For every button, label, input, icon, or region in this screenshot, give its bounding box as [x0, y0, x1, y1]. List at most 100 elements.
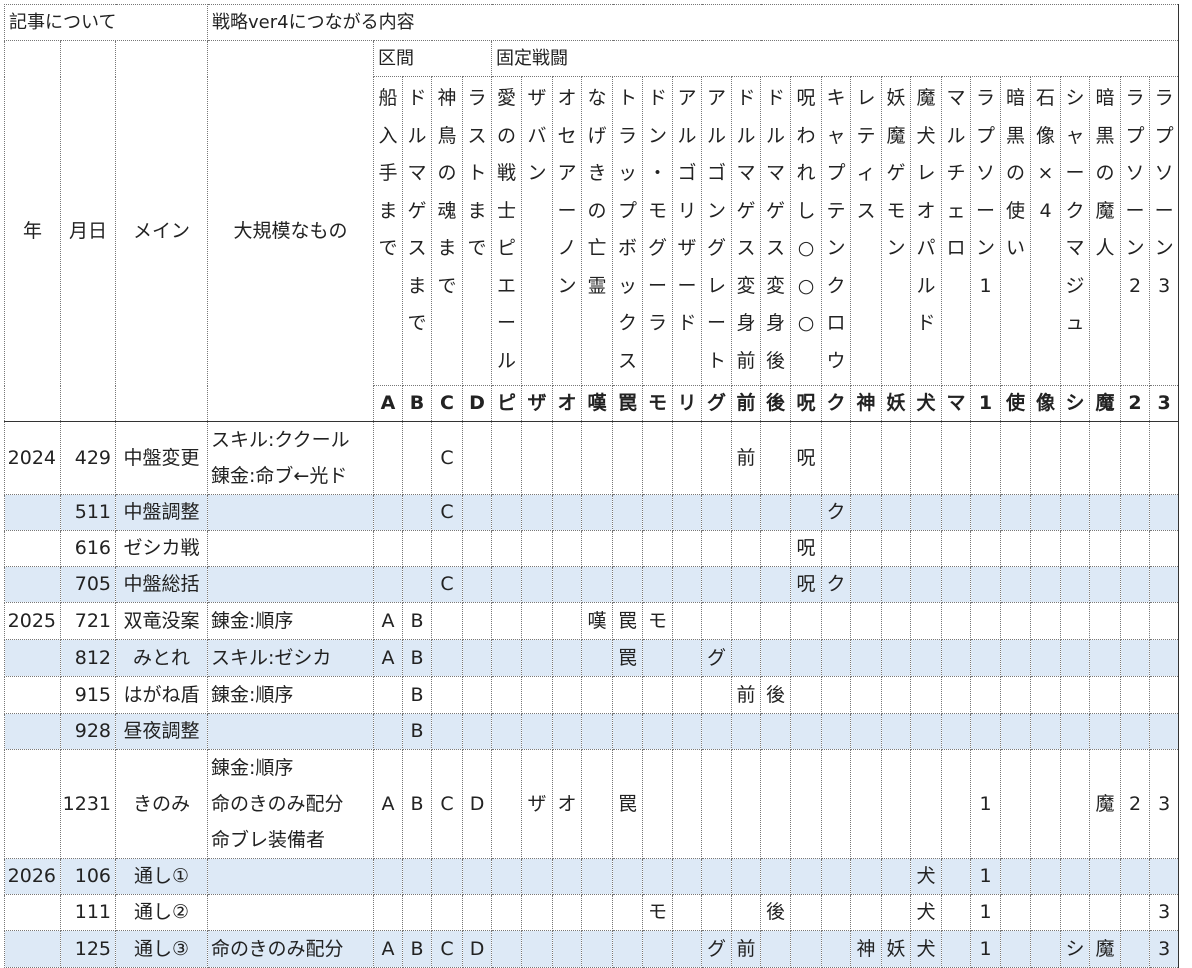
cell-mark [941, 639, 972, 677]
column-name-char: ジ [1065, 274, 1085, 297]
cell-mark [1149, 676, 1180, 714]
column-abbr: グ [701, 385, 733, 422]
column-name-char: 変 [766, 274, 786, 297]
column-name-char: プ [1125, 124, 1145, 147]
cell-large [207, 713, 375, 750]
column-name-text: 神鳥の魂まで [433, 85, 462, 310]
cell-mark [1120, 494, 1151, 531]
cell-mark: 嘆 [581, 602, 614, 640]
cell-mark [672, 602, 703, 640]
cell-year [4, 530, 61, 567]
cell-mark [731, 566, 762, 603]
column-name-char: ト [467, 162, 487, 184]
cell-mark [431, 858, 464, 895]
cell-mark [881, 676, 912, 714]
cell-mark [672, 713, 703, 750]
cell-mark [790, 639, 823, 677]
column-name: 石像 × 4 [1030, 76, 1062, 386]
cell-date: 1231 [60, 749, 116, 859]
cell-mark [1030, 858, 1062, 895]
cell-mark [760, 494, 792, 531]
column-name-char: 身 [766, 312, 786, 334]
column-name-char: シ [1065, 87, 1085, 109]
column-name-char: ク [826, 274, 846, 297]
column-name-char: ン [826, 237, 846, 259]
column-name-char: ド [916, 312, 936, 334]
cell-year: 2026 [4, 858, 61, 895]
cell-mark [612, 566, 644, 603]
column-name-text: ラプソーン 2 [1122, 85, 1149, 310]
column-name-char: ゲ [766, 199, 786, 222]
column-name: ラプソーン 1 [970, 76, 1002, 386]
cell-mark [431, 713, 464, 750]
cell-mark [1030, 749, 1062, 859]
cell-mark: A [373, 602, 404, 640]
cell-mark: 3 [1149, 930, 1180, 968]
column-name-char: 船 [378, 87, 398, 109]
cell-mark [672, 676, 703, 714]
column-abbr: 犬 [910, 385, 943, 422]
cell-mark [1120, 713, 1151, 750]
cell-mark: 罠 [612, 639, 644, 677]
cell-mark [521, 930, 554, 968]
column-name-char: ゲ [736, 199, 756, 222]
cell-mark [672, 530, 703, 567]
cell-mark [760, 749, 792, 859]
column-name-char: × [1037, 162, 1054, 184]
cell-mark [910, 602, 943, 640]
column-name-text: ドルマゲスまで [404, 85, 431, 348]
cell-mark [642, 566, 674, 603]
cell-mark [1060, 494, 1091, 531]
cell-mark: オ [552, 749, 583, 859]
cell-mark [491, 602, 523, 640]
column-name-text: 愛の戦士ピエール [493, 85, 521, 385]
cell-mark [701, 749, 733, 859]
column-name-char: ャ [826, 124, 846, 147]
cell-mark: 魔 [1089, 930, 1122, 968]
cell-mark [970, 566, 1002, 603]
column-name-text: 石像 × 4 [1032, 85, 1060, 235]
cell-mark [612, 530, 644, 567]
cell-mark [642, 530, 674, 567]
column-name-char: ○ [797, 312, 815, 334]
cell-mark [850, 566, 883, 603]
column-name-char: 暗 [1095, 87, 1115, 109]
column-name-char: ザ [677, 237, 697, 259]
column-name: 妖魔ゲモン [881, 76, 912, 386]
section-about: 記事について [3, 4, 209, 41]
column-name-text: 暗黒の使い [1002, 85, 1030, 273]
column-abbr: D [462, 385, 493, 422]
cell-mark [910, 639, 943, 677]
column-name-char: し [796, 199, 816, 222]
cell-mark [373, 858, 404, 895]
cell-date: 511 [60, 494, 116, 531]
column-name-char: 黒 [1006, 124, 1026, 147]
column-name-char: ザ [527, 87, 547, 109]
column-name-char: プ [826, 162, 846, 184]
column-name-text: 暗黒の魔人 [1091, 85, 1120, 273]
cell-mark [642, 713, 674, 750]
cell-mark [850, 858, 883, 895]
section-strategy: 戦略ver4につながる内容 [207, 4, 1180, 41]
cell-mark: 犬 [910, 894, 943, 931]
column-name-text: ドルマゲス変身前 [733, 85, 760, 385]
cell-mark: 3 [1149, 749, 1180, 859]
column-name: シャークマジュ [1060, 76, 1091, 386]
column-name-char: ゴ [677, 162, 697, 184]
cell-mark [1060, 530, 1091, 567]
column-name: トラップボックス [612, 76, 644, 386]
cell-mark: 1 [970, 858, 1002, 895]
cell-mark [1000, 566, 1032, 603]
cell-large: スキル:ククール 錬金:命ブ←光ド [207, 421, 375, 495]
column-name-char: ス [856, 199, 876, 222]
cell-date: 812 [60, 639, 116, 677]
cell-mark [581, 749, 614, 859]
column-abbr: B [402, 385, 433, 422]
cell-mark [731, 894, 762, 931]
column-name-char: 人 [1095, 237, 1115, 259]
cell-main: 中盤調整 [114, 494, 209, 531]
column-abbr: 使 [1000, 385, 1032, 422]
cell-mark [941, 676, 972, 714]
column-abbr: 嘆 [581, 385, 614, 422]
cell-mark [790, 930, 823, 968]
